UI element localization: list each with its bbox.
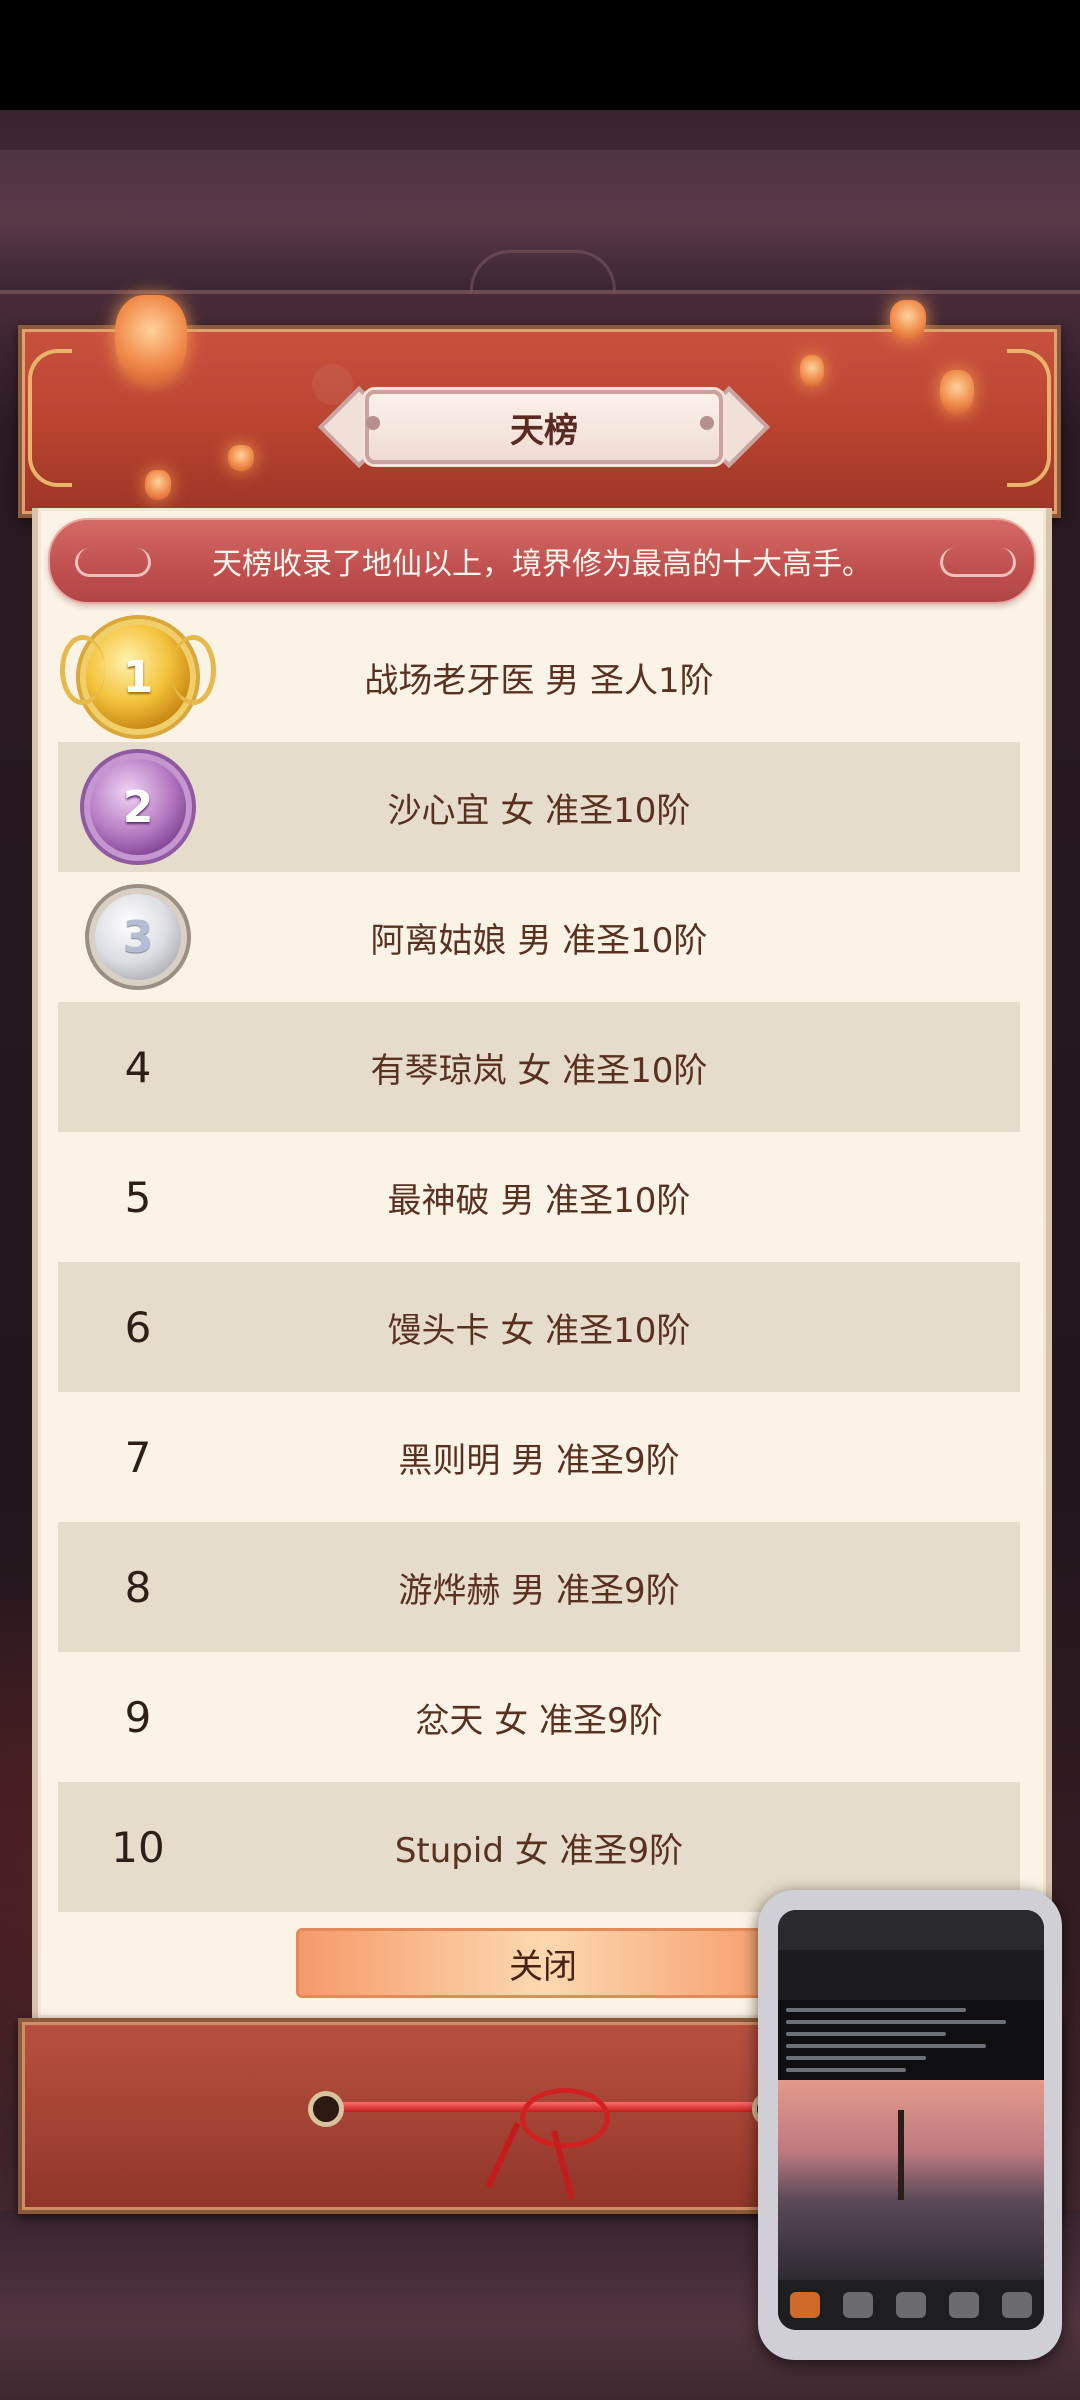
corner-ornament-right [1007,349,1051,487]
tree-icon [898,2110,904,2200]
knot-icon [520,2088,610,2148]
ranking-row[interactable]: 5 最神破 男 准圣10阶 [58,1132,1020,1262]
close-button[interactable]: 关闭 [296,1928,790,1998]
lantern-icon [800,355,824,387]
cloud-ornament-icon [940,548,1016,577]
cloud-ornament-icon [75,548,151,577]
lantern-icon [890,300,926,340]
lantern-icon [145,470,171,500]
trash-icon [949,2292,980,2318]
player-entry: 战场老牙医 男 圣人1阶 [364,660,714,701]
ranking-list: 1 战场老牙医 男 圣人1阶 2 沙心宜 女 准圣10阶 3 阿离姑娘 男 准圣… [58,612,1020,1912]
player-entry: 有琴琼岚 女 准圣10阶 [370,1050,708,1091]
ranking-description: 天榜收录了地仙以上，境界修为最高的十大高手。 [48,518,1036,604]
ranking-row[interactable]: 1 战场老牙医 男 圣人1阶 [58,612,1020,742]
mini-chat-log [778,2000,1044,2080]
plaque-dot [700,416,714,430]
shop-cart-icon [1002,2292,1033,2318]
background-ornament [470,250,616,293]
world-icon [789,2292,820,2318]
player-entry: 馒头卡 女 准圣10阶 [387,1310,691,1351]
player-entry: 忿天 女 准圣9阶 [415,1700,663,1741]
mini-status-bar [778,1910,1044,1950]
ranking-row[interactable]: 9 忿天 女 准圣9阶 [58,1652,1020,1782]
player-entry: 沙心宜 女 准圣10阶 [387,790,691,831]
page-title: 天榜 [365,390,723,464]
plaque-dot [366,416,380,430]
cord-end-icon [308,2091,344,2127]
mini-stats-panel [778,1950,1044,2000]
status-bar-area [0,0,1080,110]
player-entry: 最神破 男 准圣10阶 [387,1180,691,1221]
ranking-row[interactable]: 4 有琴琼岚 女 准圣10阶 [58,1002,1020,1132]
mini-bottom-nav [778,2280,1044,2330]
corner-ornament-left [28,349,72,487]
player-entry: 阿离姑娘 男 准圣10阶 [370,920,708,961]
ranking-row[interactable]: 7 黑则明 男 准圣9阶 [58,1392,1020,1522]
ranking-row[interactable]: 8 游烨赫 男 准圣9阶 [58,1522,1020,1652]
bag-icon [842,2292,873,2318]
player-entry: 游烨赫 男 准圣9阶 [398,1570,680,1611]
floating-window-screen[interactable] [778,1910,1044,2330]
lantern-icon [940,370,974,414]
player-entry: Stupid 女 准圣9阶 [394,1830,684,1871]
ranking-row[interactable]: 2 沙心宜 女 准圣10阶 [58,742,1020,872]
lantern-icon [115,295,187,383]
ranking-row[interactable]: 6 馒头卡 女 准圣10阶 [58,1262,1020,1392]
ranking-row[interactable]: 3 阿离姑娘 男 准圣10阶 [58,872,1020,1002]
lantern-icon [228,445,254,471]
character-icon [895,2292,926,2318]
player-entry: 黑则明 男 准圣9阶 [398,1440,680,1481]
mini-game-scene [778,2080,1044,2280]
